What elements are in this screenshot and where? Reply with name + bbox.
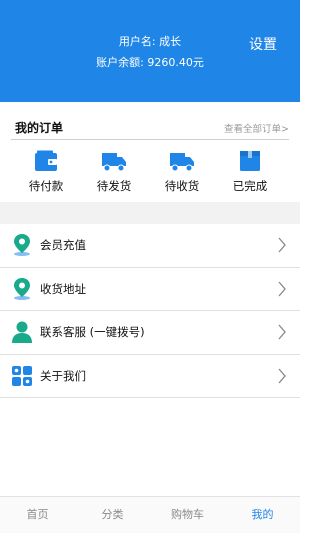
menu-item-contact-support[interactable]: 联系客服 (一键拨号)	[0, 311, 300, 355]
order-item-label: 已完成	[232, 179, 268, 193]
order-completed[interactable]: 已完成	[214, 148, 286, 200]
bottom-tab-bar: 首页 分类 购物车 我的	[0, 496, 300, 533]
menu-item-shipping-address[interactable]: 收货地址	[0, 267, 300, 311]
my-orders-section: 我的订单 查看全部订单> 待付款 待发货 待收货 已完成	[0, 110, 300, 202]
settings-button[interactable]: 设置	[249, 34, 277, 54]
menu-item-label: 关于我们	[40, 368, 86, 383]
order-pending-shipment[interactable]: 待发货	[78, 148, 150, 200]
grid-icon	[12, 365, 32, 386]
tab-home[interactable]: 首页	[0, 497, 75, 533]
view-all-orders-link[interactable]: 查看全部订单>	[224, 121, 289, 135]
section-divider	[0, 202, 300, 224]
order-item-label: 待付款	[28, 179, 64, 193]
menu-item-member-recharge[interactable]: 会员充值	[0, 224, 300, 268]
menu-list: 会员充值 收货地址 联系客服 (一键拨号) 关于我们	[0, 224, 300, 398]
menu-item-label: 会员充值	[40, 238, 86, 252]
chevron-right-icon	[278, 368, 286, 383]
tab-cart[interactable]: 购物车	[150, 497, 225, 533]
chevron-right-icon	[278, 324, 286, 340]
truck-icon	[102, 153, 126, 172]
order-pending-receipt[interactable]: 待收货	[146, 148, 218, 200]
menu-item-label: 联系客服 (一键拨号)	[40, 325, 145, 339]
location-pin-icon	[14, 234, 30, 256]
order-status-row: 待付款 待发货 待收货 已完成	[0, 148, 300, 200]
order-item-label: 待收货	[164, 179, 200, 193]
chevron-right-icon	[278, 281, 286, 296]
orders-title-row: 我的订单 查看全部订单>	[11, 118, 289, 140]
truck-icon	[170, 153, 194, 172]
orders-title: 我的订单	[15, 121, 64, 135]
order-item-label: 待发货	[96, 179, 132, 193]
menu-item-label: 收货地址	[40, 281, 86, 296]
wallet-icon	[35, 150, 57, 171]
tab-category[interactable]: 分类	[75, 497, 150, 533]
box-icon	[240, 151, 260, 171]
chevron-right-icon	[278, 237, 286, 253]
profile-header: 用户名: 成长 账户余额: 9260.40元 设置	[0, 0, 300, 102]
order-pending-payment[interactable]: 待付款	[10, 148, 82, 200]
location-pin-icon	[14, 277, 30, 300]
tab-mine[interactable]: 我的	[225, 497, 300, 533]
menu-item-about-us[interactable]: 关于我们	[0, 354, 300, 398]
user-icon	[12, 321, 32, 343]
balance-text: 账户余额: 9260.40元	[96, 56, 204, 69]
